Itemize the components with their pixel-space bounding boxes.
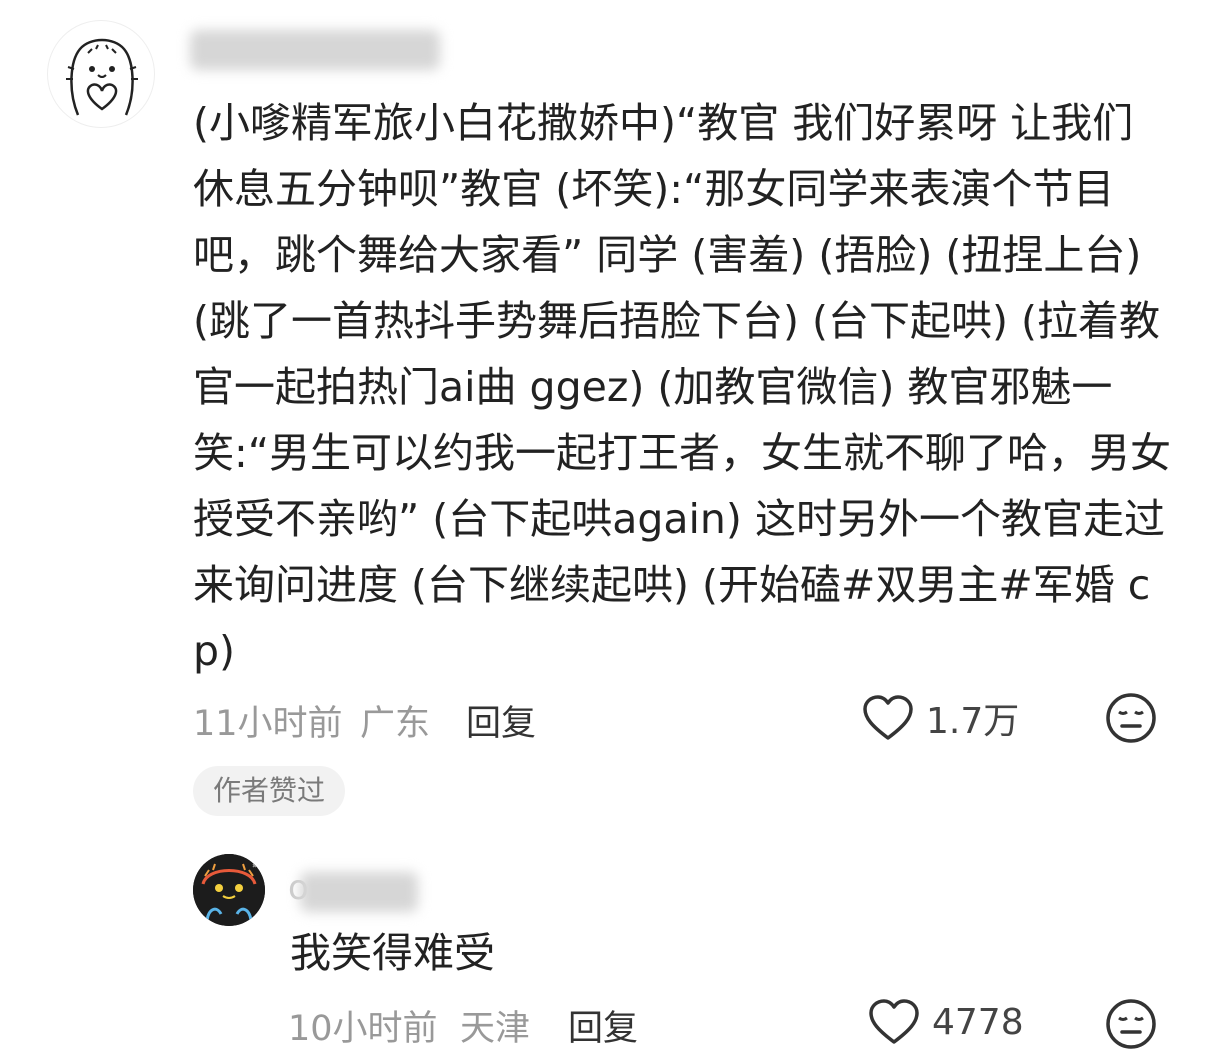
comment-location: 广东 [360,704,431,744]
reply-text: 我笑得难受 [290,929,495,977]
reply-reply-button[interactable]: 回复 [568,1000,638,1051]
like-count: 1.7万 [926,701,1020,742]
reply-button[interactable]: 回复 [466,695,536,746]
comment-time: 11小时前 [193,704,343,744]
avatar-cartoon-icon [66,38,138,116]
reply-like-count: 4778 [932,1001,1024,1043]
author-liked-badge: 作者赞过 [193,766,346,816]
meh-face-icon[interactable] [1105,998,1157,1050]
heart-outline-icon [869,999,919,1044]
reply-username-blurred[interactable] [300,872,418,912]
username-blurred[interactable] [190,30,440,70]
meh-face-icon[interactable] [1105,692,1157,744]
avatar[interactable] [47,20,155,128]
reply-time: 10小时前 [288,1009,438,1049]
like-button[interactable]: 1.7万 [862,692,1019,744]
reply-like-button[interactable]: 4778 [868,998,1024,1046]
avatar-dark-cartoon-icon [193,854,265,926]
comment-text: (小嗲精军旅小白花撒娇中)“教官 我们好累呀 让我们休息五分钟呗”教官 (坏笑)… [193,99,1172,675]
reply-location: 天津 [460,1009,531,1049]
heart-outline-icon [863,695,913,740]
reply-avatar[interactable] [193,854,265,926]
